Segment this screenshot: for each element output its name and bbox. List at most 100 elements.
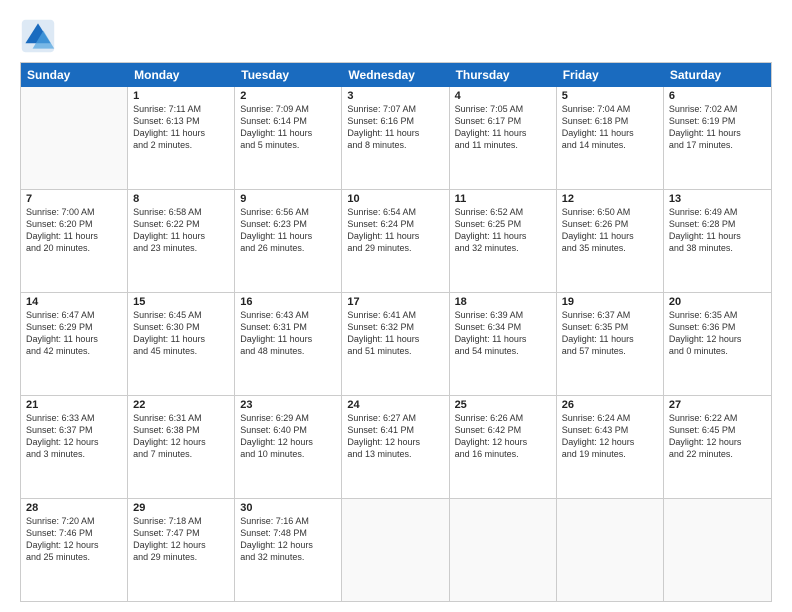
header-day-saturday: Saturday [664,63,771,87]
cal-cell: 26Sunrise: 6:24 AM Sunset: 6:43 PM Dayli… [557,396,664,498]
cal-cell: 19Sunrise: 6:37 AM Sunset: 6:35 PM Dayli… [557,293,664,395]
cell-text: Sunrise: 6:31 AM Sunset: 6:38 PM Dayligh… [133,412,229,461]
cal-cell: 2Sunrise: 7:09 AM Sunset: 6:14 PM Daylig… [235,87,342,189]
cal-cell: 20Sunrise: 6:35 AM Sunset: 6:36 PM Dayli… [664,293,771,395]
day-number: 16 [240,296,336,308]
header-day-sunday: Sunday [21,63,128,87]
cal-cell: 30Sunrise: 7:16 AM Sunset: 7:48 PM Dayli… [235,499,342,601]
day-number: 9 [240,193,336,205]
week-row-2: 7Sunrise: 7:00 AM Sunset: 6:20 PM Daylig… [21,190,771,293]
cal-cell: 12Sunrise: 6:50 AM Sunset: 6:26 PM Dayli… [557,190,664,292]
cell-text: Sunrise: 6:47 AM Sunset: 6:29 PM Dayligh… [26,309,122,358]
cell-text: Sunrise: 6:22 AM Sunset: 6:45 PM Dayligh… [669,412,766,461]
day-number: 29 [133,502,229,514]
cell-text: Sunrise: 7:00 AM Sunset: 6:20 PM Dayligh… [26,206,122,255]
page-header [20,18,772,54]
day-number: 15 [133,296,229,308]
day-number: 11 [455,193,551,205]
cell-text: Sunrise: 7:18 AM Sunset: 7:47 PM Dayligh… [133,515,229,564]
cell-text: Sunrise: 6:26 AM Sunset: 6:42 PM Dayligh… [455,412,551,461]
cell-text: Sunrise: 6:37 AM Sunset: 6:35 PM Dayligh… [562,309,658,358]
cell-text: Sunrise: 6:43 AM Sunset: 6:31 PM Dayligh… [240,309,336,358]
cal-cell: 16Sunrise: 6:43 AM Sunset: 6:31 PM Dayli… [235,293,342,395]
header-day-friday: Friday [557,63,664,87]
cal-cell: 9Sunrise: 6:56 AM Sunset: 6:23 PM Daylig… [235,190,342,292]
day-number: 10 [347,193,443,205]
logo [20,18,60,54]
cell-text: Sunrise: 6:56 AM Sunset: 6:23 PM Dayligh… [240,206,336,255]
cell-text: Sunrise: 6:58 AM Sunset: 6:22 PM Dayligh… [133,206,229,255]
calendar-header: SundayMondayTuesdayWednesdayThursdayFrid… [21,63,771,87]
cal-cell [342,499,449,601]
cal-cell [450,499,557,601]
day-number: 23 [240,399,336,411]
cell-text: Sunrise: 6:27 AM Sunset: 6:41 PM Dayligh… [347,412,443,461]
day-number: 19 [562,296,658,308]
day-number: 2 [240,90,336,102]
day-number: 6 [669,90,766,102]
header-day-tuesday: Tuesday [235,63,342,87]
day-number: 30 [240,502,336,514]
cell-text: Sunrise: 6:33 AM Sunset: 6:37 PM Dayligh… [26,412,122,461]
cell-text: Sunrise: 6:45 AM Sunset: 6:30 PM Dayligh… [133,309,229,358]
cal-cell [664,499,771,601]
cell-text: Sunrise: 7:11 AM Sunset: 6:13 PM Dayligh… [133,103,229,152]
cell-text: Sunrise: 7:07 AM Sunset: 6:16 PM Dayligh… [347,103,443,152]
cell-text: Sunrise: 6:35 AM Sunset: 6:36 PM Dayligh… [669,309,766,358]
cal-cell: 1Sunrise: 7:11 AM Sunset: 6:13 PM Daylig… [128,87,235,189]
cal-cell [557,499,664,601]
day-number: 7 [26,193,122,205]
cal-cell: 10Sunrise: 6:54 AM Sunset: 6:24 PM Dayli… [342,190,449,292]
cell-text: Sunrise: 7:02 AM Sunset: 6:19 PM Dayligh… [669,103,766,152]
cell-text: Sunrise: 6:29 AM Sunset: 6:40 PM Dayligh… [240,412,336,461]
day-number: 28 [26,502,122,514]
day-number: 20 [669,296,766,308]
cell-text: Sunrise: 6:41 AM Sunset: 6:32 PM Dayligh… [347,309,443,358]
week-row-1: 1Sunrise: 7:11 AM Sunset: 6:13 PM Daylig… [21,87,771,190]
day-number: 5 [562,90,658,102]
cal-cell: 7Sunrise: 7:00 AM Sunset: 6:20 PM Daylig… [21,190,128,292]
day-number: 1 [133,90,229,102]
cell-text: Sunrise: 6:50 AM Sunset: 6:26 PM Dayligh… [562,206,658,255]
header-day-monday: Monday [128,63,235,87]
day-number: 26 [562,399,658,411]
cal-cell [21,87,128,189]
cal-cell: 14Sunrise: 6:47 AM Sunset: 6:29 PM Dayli… [21,293,128,395]
cal-cell: 6Sunrise: 7:02 AM Sunset: 6:19 PM Daylig… [664,87,771,189]
day-number: 24 [347,399,443,411]
day-number: 17 [347,296,443,308]
cal-cell: 5Sunrise: 7:04 AM Sunset: 6:18 PM Daylig… [557,87,664,189]
day-number: 3 [347,90,443,102]
day-number: 27 [669,399,766,411]
cal-cell: 24Sunrise: 6:27 AM Sunset: 6:41 PM Dayli… [342,396,449,498]
calendar: SundayMondayTuesdayWednesdayThursdayFrid… [20,62,772,602]
cal-cell: 13Sunrise: 6:49 AM Sunset: 6:28 PM Dayli… [664,190,771,292]
cell-text: Sunrise: 7:05 AM Sunset: 6:17 PM Dayligh… [455,103,551,152]
day-number: 22 [133,399,229,411]
day-number: 14 [26,296,122,308]
cal-cell: 23Sunrise: 6:29 AM Sunset: 6:40 PM Dayli… [235,396,342,498]
header-day-wednesday: Wednesday [342,63,449,87]
cal-cell: 22Sunrise: 6:31 AM Sunset: 6:38 PM Dayli… [128,396,235,498]
day-number: 13 [669,193,766,205]
logo-icon [20,18,56,54]
week-row-3: 14Sunrise: 6:47 AM Sunset: 6:29 PM Dayli… [21,293,771,396]
cell-text: Sunrise: 6:52 AM Sunset: 6:25 PM Dayligh… [455,206,551,255]
cal-cell: 15Sunrise: 6:45 AM Sunset: 6:30 PM Dayli… [128,293,235,395]
cell-text: Sunrise: 7:09 AM Sunset: 6:14 PM Dayligh… [240,103,336,152]
cal-cell: 3Sunrise: 7:07 AM Sunset: 6:16 PM Daylig… [342,87,449,189]
cell-text: Sunrise: 7:04 AM Sunset: 6:18 PM Dayligh… [562,103,658,152]
cell-text: Sunrise: 6:39 AM Sunset: 6:34 PM Dayligh… [455,309,551,358]
day-number: 8 [133,193,229,205]
day-number: 18 [455,296,551,308]
cal-cell: 17Sunrise: 6:41 AM Sunset: 6:32 PM Dayli… [342,293,449,395]
cal-cell: 21Sunrise: 6:33 AM Sunset: 6:37 PM Dayli… [21,396,128,498]
day-number: 4 [455,90,551,102]
cal-cell: 28Sunrise: 7:20 AM Sunset: 7:46 PM Dayli… [21,499,128,601]
day-number: 21 [26,399,122,411]
cal-cell: 27Sunrise: 6:22 AM Sunset: 6:45 PM Dayli… [664,396,771,498]
cell-text: Sunrise: 6:49 AM Sunset: 6:28 PM Dayligh… [669,206,766,255]
week-row-4: 21Sunrise: 6:33 AM Sunset: 6:37 PM Dayli… [21,396,771,499]
cell-text: Sunrise: 7:20 AM Sunset: 7:46 PM Dayligh… [26,515,122,564]
cell-text: Sunrise: 7:16 AM Sunset: 7:48 PM Dayligh… [240,515,336,564]
